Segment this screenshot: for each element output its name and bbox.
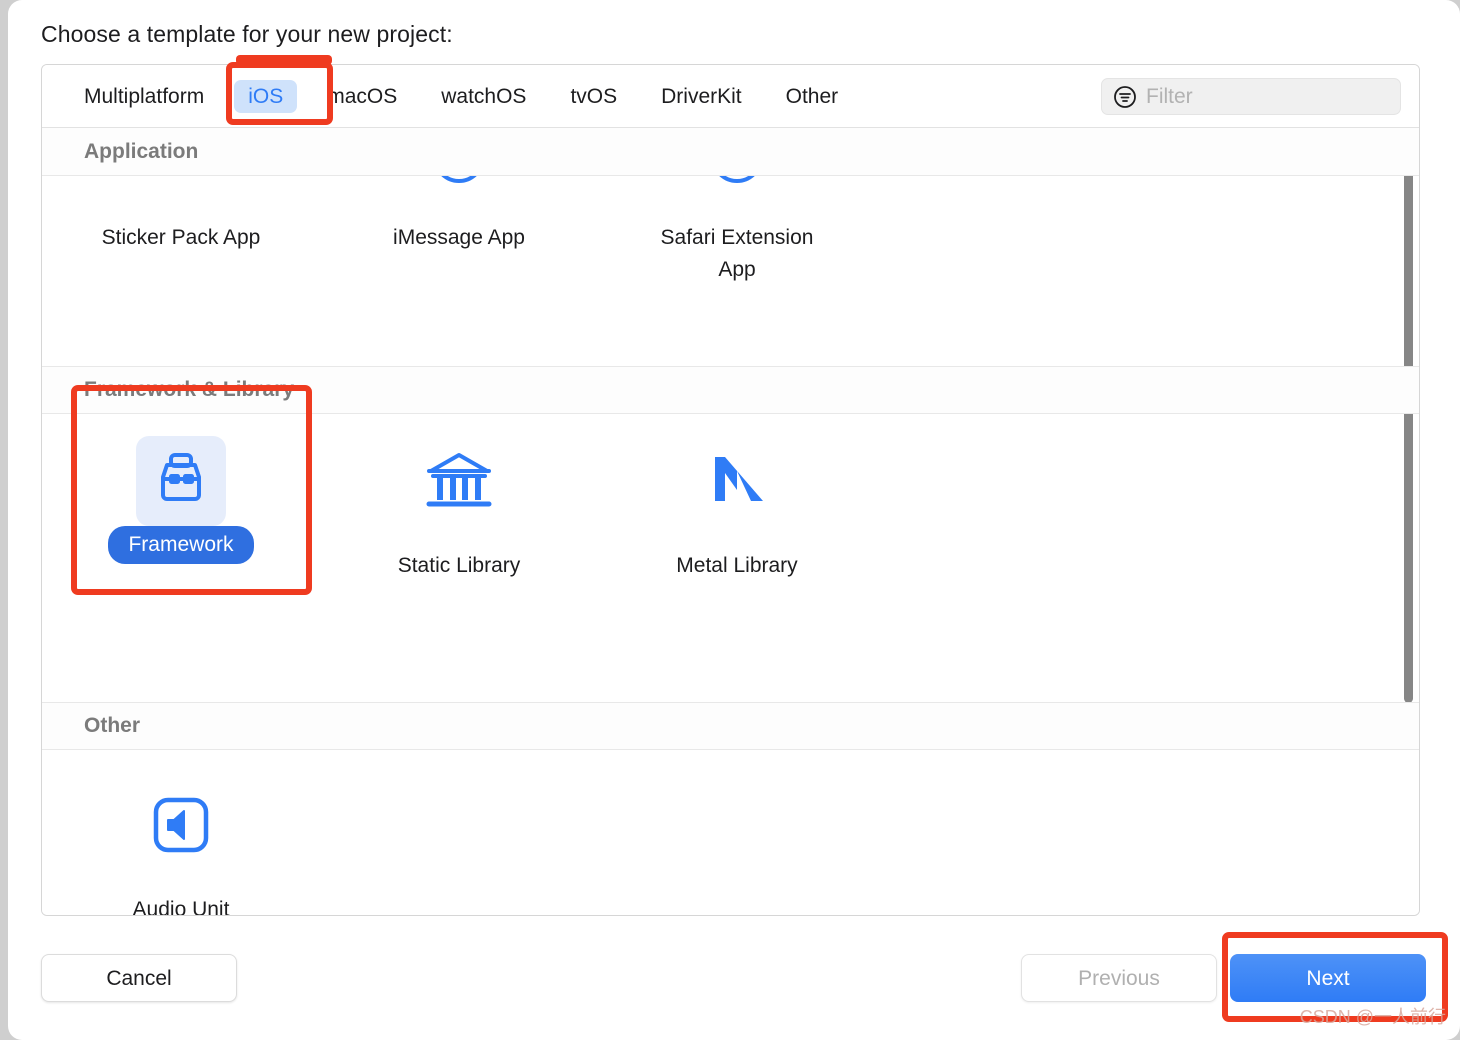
template-label: Metal Library [676, 554, 798, 577]
scrollbar-thumb[interactable] [1404, 150, 1413, 703]
template-imessage-app[interactable]: iMessage App [320, 176, 598, 285]
section-framework-row: Framework Static Library Metal Library [42, 414, 1419, 702]
section-header-framework-library: Framework & Library [42, 366, 1419, 414]
section-header-other: Other [42, 702, 1419, 750]
library-building-icon [414, 436, 504, 526]
cancel-button[interactable]: Cancel [41, 954, 237, 1002]
filter-placeholder: Filter [1146, 85, 1193, 108]
tab-ios[interactable]: iOS [234, 79, 298, 113]
template-label: Framework [108, 526, 254, 565]
toolbox-icon [136, 436, 226, 526]
imessage-icon [414, 176, 504, 208]
filter-field[interactable]: Filter [1101, 78, 1401, 115]
watermark: CSDN @一人前行 [1299, 1007, 1446, 1027]
previous-button[interactable]: Previous [1021, 954, 1217, 1002]
tab-multiplatform[interactable]: Multiplatform [70, 80, 218, 113]
template-sticker-pack-app[interactable]: Sticker Pack App [42, 176, 320, 285]
vertical-scrollbar[interactable] [1401, 128, 1417, 915]
template-label: iMessage App [393, 226, 525, 249]
section-header-application: Application [42, 128, 1419, 176]
template-metal-library[interactable]: Metal Library [598, 436, 876, 702]
sticker-pack-icon [136, 176, 226, 208]
next-button[interactable]: Next [1230, 954, 1426, 1002]
template-audio-unit-extension-app[interactable]: Audio Unit Extension App [42, 780, 320, 916]
page-title: Choose a template for your new project: [41, 21, 453, 47]
filter-icon [1113, 85, 1137, 109]
annotation-title-stroke [236, 55, 332, 65]
template-label: Static Library [397, 554, 521, 577]
template-label: Audio Unit Extension App [132, 898, 230, 916]
template-static-library[interactable]: Static Library [320, 436, 598, 702]
metal-m-icon [692, 436, 782, 526]
platform-tabbar: Multiplatform iOS macOS watchOS tvOS Dri… [42, 65, 1419, 128]
tab-macos[interactable]: macOS [313, 80, 411, 113]
safari-extension-icon [692, 176, 782, 208]
template-label: Safari Extension App [660, 226, 814, 281]
speaker-icon [136, 780, 226, 870]
tab-driverkit[interactable]: DriverKit [647, 80, 756, 113]
tab-tvos[interactable]: tvOS [556, 80, 631, 113]
new-project-dialog: Choose a template for your new project: … [8, 0, 1460, 1040]
template-label: Sticker Pack App [101, 226, 261, 249]
template-safari-extension-app[interactable]: Safari Extension App [598, 176, 876, 285]
section-application-row: Sticker Pack App iMessage App Safari Ext… [42, 176, 1419, 366]
template-browser: Multiplatform iOS macOS watchOS tvOS Dri… [41, 64, 1420, 916]
tab-watchos[interactable]: watchOS [427, 80, 540, 113]
section-other-row: Audio Unit Extension App [42, 750, 1419, 916]
template-framework[interactable]: Framework [42, 436, 320, 702]
tab-other[interactable]: Other [772, 80, 853, 113]
template-list: Application Sticker Pack App iMessage Ap… [42, 128, 1419, 916]
